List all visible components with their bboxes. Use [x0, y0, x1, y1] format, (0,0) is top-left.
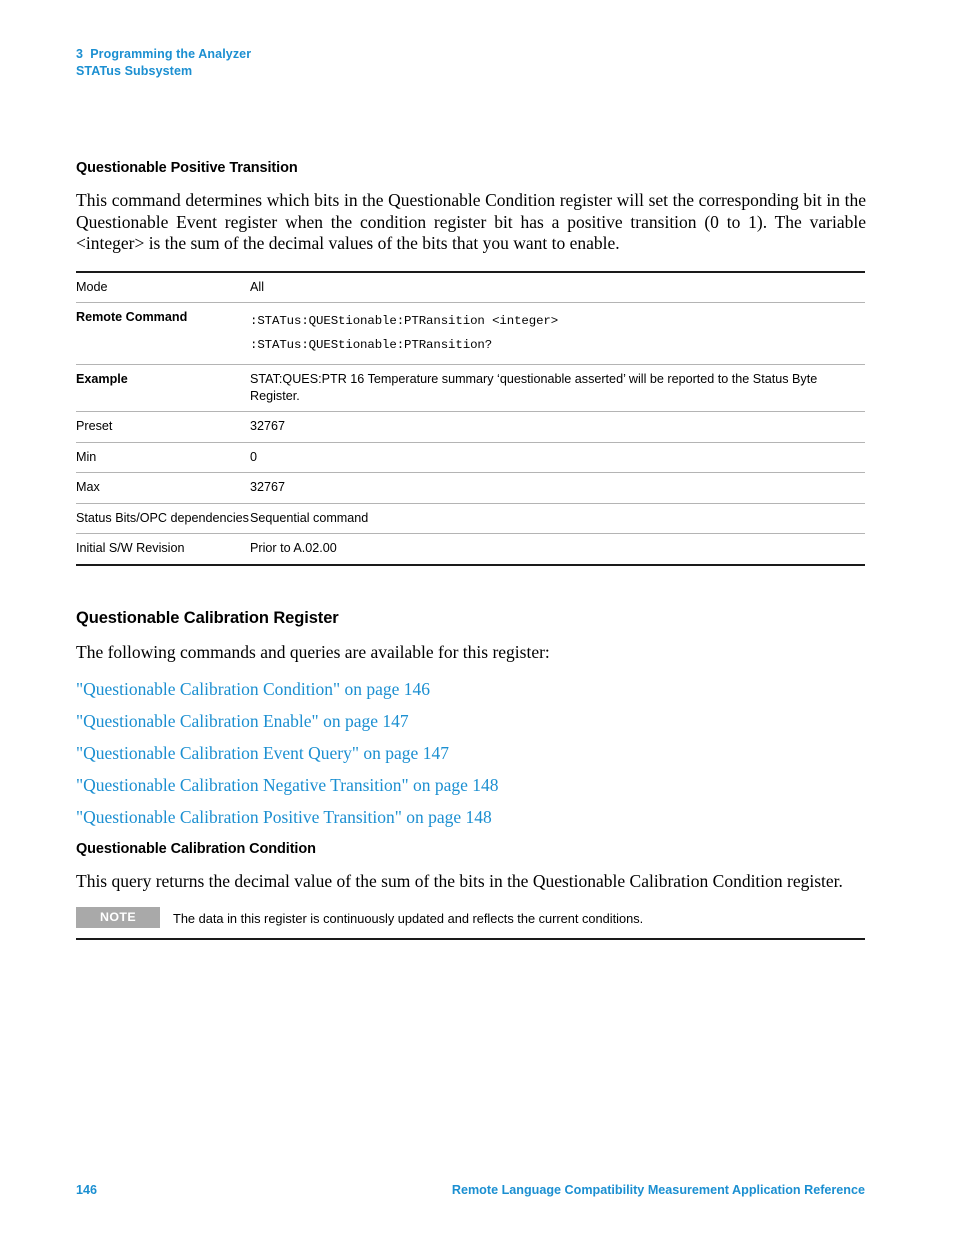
- section1-paragraph: This command determines which bits in th…: [76, 190, 866, 253]
- note-badge-label: NOTE: [76, 906, 160, 928]
- footer-page-number: 146: [76, 1183, 98, 1197]
- row-label-preset: Preset: [76, 411, 250, 443]
- section-title-questionable-calibration-register: Questionable Calibration Register: [76, 608, 339, 627]
- remote-command-line-2: :STATus:QUEStionable:PTRansition?: [250, 338, 493, 352]
- row-value-remote-command: :STATus:QUEStionable:PTRansition <intege…: [250, 302, 865, 365]
- row-label-status-bits-opc: Status Bits/OPC dependencies: [76, 503, 250, 534]
- xref-link-questionable-calibration-negative-transition[interactable]: "Questionable Calibration Negative Trans…: [76, 775, 866, 796]
- table-row: Status Bits/OPC dependencies Sequential …: [76, 503, 865, 534]
- table-row: Initial S/W Revision Prior to A.02.00: [76, 533, 865, 566]
- row-label-max: Max: [76, 472, 250, 504]
- document-page: 3 Programming the Analyzer STATus Subsys…: [0, 0, 954, 1235]
- table-row: Preset 32767: [76, 411, 865, 443]
- table-row: Example STAT:QUES:PTR 16 Temperature sum…: [76, 364, 865, 412]
- table-row: Min 0: [76, 442, 865, 473]
- row-value-status-bits-opc: Sequential command: [250, 503, 865, 534]
- row-value-max: 32767: [250, 472, 865, 504]
- row-value-preset: 32767: [250, 411, 865, 443]
- row-value-example: STAT:QUES:PTR 16 Temperature summary ‘qu…: [250, 364, 865, 412]
- row-value-mode: All: [250, 270, 865, 303]
- row-label-example: Example: [76, 364, 250, 412]
- section3-paragraph: This query returns the decimal value of …: [76, 871, 843, 891]
- table-row: Remote Command :STATus:QUEStionable:PTRa…: [76, 302, 865, 365]
- xref-link-questionable-calibration-enable[interactable]: "Questionable Calibration Enable" on pag…: [76, 711, 866, 732]
- note-callout-text: The data in this register is continuousl…: [173, 910, 644, 926]
- footer-document-title: Remote Language Compatibility Measuremen…: [451, 1183, 865, 1197]
- row-label-min: Min: [76, 442, 250, 473]
- row-label-mode: Mode: [76, 270, 250, 303]
- header-chapter-line: 3 Programming the Analyzer: [76, 47, 252, 61]
- note-callout: NOTE The data in this register is continu…: [76, 906, 865, 940]
- row-label-remote-command: Remote Command: [76, 302, 250, 365]
- xref-link-questionable-calibration-positive-transition[interactable]: "Questionable Calibration Positive Trans…: [76, 807, 866, 828]
- header-subsystem-line: STATus Subsystem: [76, 64, 193, 78]
- section2-intro: The following commands and queries are a…: [76, 641, 550, 662]
- xref-link-questionable-calibration-condition[interactable]: "Questionable Calibration Condition" on …: [76, 679, 866, 700]
- running-header: 3 Programming the Analyzer STATus Subsys…: [76, 46, 251, 80]
- page-content: Questionable Positive Transition This co…: [76, 160, 866, 940]
- table-row: Mode All: [76, 270, 865, 303]
- row-label-initial-sw-revision: Initial S/W Revision: [76, 533, 250, 566]
- xref-link-questionable-calibration-event-query[interactable]: "Questionable Calibration Event Query" o…: [76, 743, 866, 764]
- row-value-min: 0: [250, 442, 865, 473]
- command-spec-table: Mode All Remote Command :STATus:QUEStion…: [76, 270, 865, 566]
- section-title-questionable-calibration-condition: Questionable Calibration Condition: [76, 841, 316, 857]
- row-value-initial-sw-revision: Prior to A.02.00: [250, 533, 865, 566]
- table-row: Max 32767: [76, 472, 865, 504]
- remote-command-line-1: :STATus:QUEStionable:PTRansition <intege…: [250, 314, 559, 328]
- section-title-questionable-positive-transition: Questionable Positive Transition: [76, 160, 298, 176]
